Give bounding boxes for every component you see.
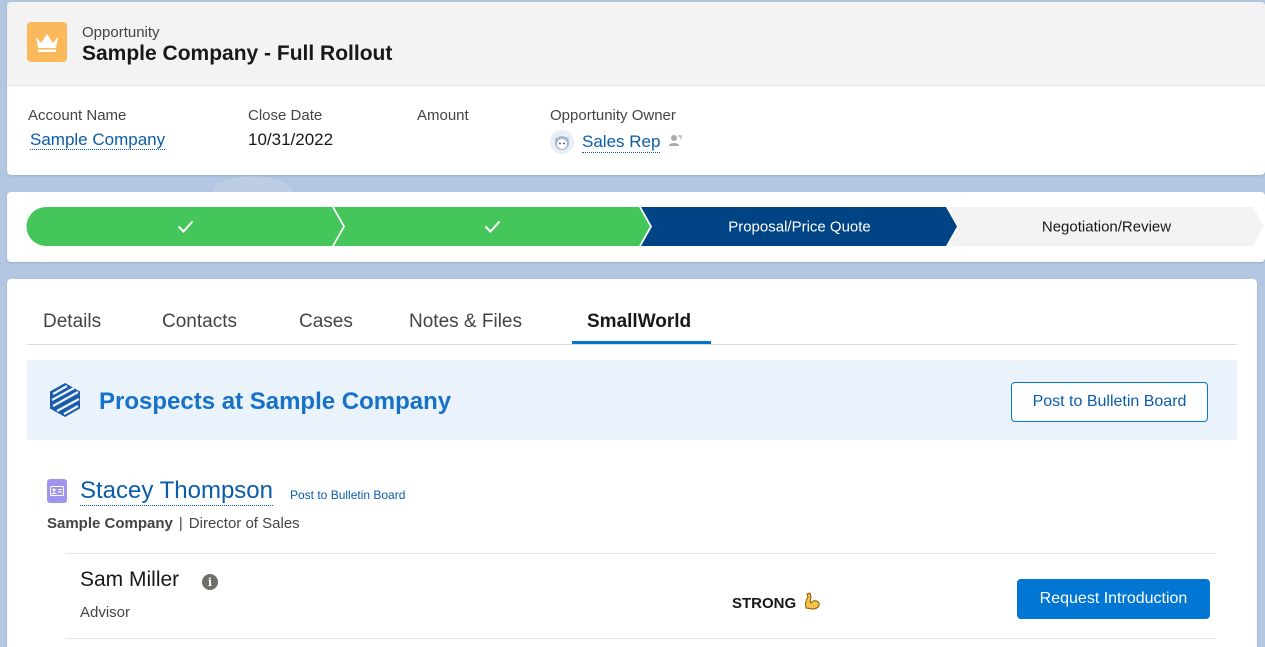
owner-avatar (550, 130, 574, 154)
record-header-top: Opportunity Sample Company - Full Rollou… (7, 2, 1265, 86)
tab-notes-files[interactable]: Notes & Files (409, 311, 522, 333)
prospect-name-link[interactable]: Stacey Thompson (80, 477, 273, 506)
flexed-biceps-icon (802, 591, 822, 615)
tab-details[interactable]: Details (43, 311, 101, 333)
post-to-bulletin-board-button[interactable]: Post to Bulletin Board (1011, 382, 1208, 422)
strength-label: STRONG (732, 594, 797, 612)
object-type-label: Opportunity (82, 24, 160, 41)
path-stage-1[interactable] (26, 207, 344, 246)
prospects-banner: Prospects at Sample Company Post to Bull… (27, 360, 1237, 440)
path-stage-2[interactable] (334, 207, 650, 246)
opportunity-crown-icon (27, 22, 67, 62)
path-stages: Proposal/Price Quote Negotiation/Review (26, 207, 1264, 246)
prospect-details: Sample Company | Director of Sales (47, 515, 300, 532)
connection-strength: STRONG (732, 591, 822, 615)
account-name-field: Account Name Sample Company (28, 107, 166, 150)
connector-role: Advisor (80, 604, 131, 621)
prospect-post-link[interactable]: Post to Bulletin Board (290, 488, 405, 502)
info-icon[interactable]: i (202, 574, 218, 590)
record-tabs: Details Contacts Cases Notes & Files Sma… (27, 297, 1237, 345)
amount-field: Amount (417, 107, 469, 130)
close-date-field: Close Date 10/31/2022 (248, 107, 333, 150)
connector-row: Sam Miller i Advisor STRONG Request Intr… (66, 553, 1216, 639)
owner-field: Opportunity Owner Sales Rep (550, 107, 683, 154)
path-stage-label: Negotiation/Review (1042, 219, 1171, 236)
opportunity-path: Proposal/Price Quote Negotiation/Review (7, 192, 1265, 262)
prospect-title: Director of Sales (188, 515, 300, 532)
owner-label: Opportunity Owner (550, 107, 676, 124)
close-date-value: 10/31/2022 (248, 130, 334, 149)
amount-label: Amount (417, 107, 469, 124)
main-content-card: Details Contacts Cases Notes & Files Sma… (7, 279, 1257, 647)
tab-cases[interactable]: Cases (299, 311, 353, 333)
connector-name: Sam Miller (80, 568, 180, 591)
record-header: Opportunity Sample Company - Full Rollou… (7, 2, 1265, 175)
prospect-company: Sample Company (47, 515, 173, 532)
close-date-label: Close Date (248, 107, 323, 124)
smallworld-logo-icon (47, 382, 83, 423)
owner-link[interactable]: Sales Rep (582, 132, 661, 153)
path-stage-label: Proposal/Price Quote (728, 219, 871, 236)
change-owner-icon[interactable] (668, 132, 683, 152)
active-tab-indicator (572, 341, 711, 344)
prospects-title: Prospects at Sample Company (99, 388, 452, 415)
account-name-label: Account Name (28, 107, 127, 124)
record-title: Sample Company - Full Rollout (82, 42, 393, 65)
account-name-link[interactable]: Sample Company (30, 130, 166, 150)
tab-smallworld[interactable]: SmallWorld (587, 311, 691, 333)
contact-card-icon (47, 479, 67, 503)
prospect-separator: | (178, 515, 183, 532)
tab-contacts[interactable]: Contacts (162, 311, 237, 333)
request-introduction-button[interactable]: Request Introduction (1017, 579, 1210, 619)
